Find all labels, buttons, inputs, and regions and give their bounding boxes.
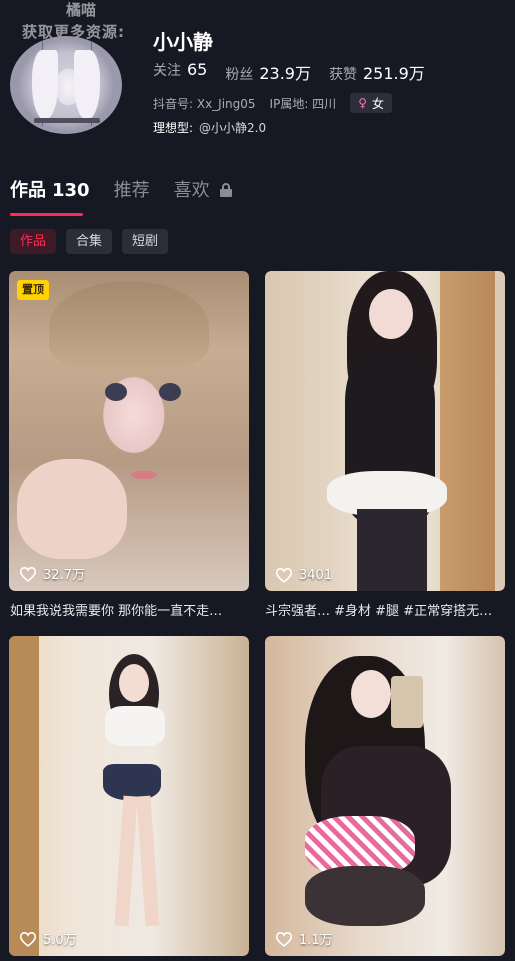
- heart-icon: [19, 566, 37, 582]
- thumbnail-art: [369, 289, 413, 339]
- subtabs: 作品 合集 短剧: [10, 229, 178, 254]
- stat-label: 关注: [153, 63, 181, 79]
- video-thumbnail[interactable]: 5.0万: [9, 636, 249, 956]
- like-count-value: 32.7万: [43, 568, 85, 583]
- tab-liked[interactable]: 喜欢: [174, 176, 233, 202]
- stat-value: 251.9万: [363, 64, 425, 83]
- ideal-type-label: 理想型:: [153, 121, 194, 135]
- video-card[interactable]: 5.0万: [9, 636, 249, 956]
- ideal-type: 理想型: @小小静2.0: [153, 119, 266, 136]
- avatar[interactable]: [10, 36, 122, 134]
- thumbnail-art: [114, 795, 138, 927]
- gender-label: 女: [371, 96, 384, 111]
- stat-value: 65: [187, 60, 208, 79]
- tab-label: 作品: [10, 180, 46, 201]
- like-count: 1.1万: [275, 929, 333, 948]
- douyin-id: 抖音号: Xx_Jing05: [153, 96, 256, 111]
- subtab-works[interactable]: 作品: [10, 229, 57, 254]
- stat-likes[interactable]: 获赞 251.9万: [329, 60, 425, 84]
- subtab-collections[interactable]: 合集: [66, 229, 113, 254]
- thumbnail-art: [305, 866, 425, 926]
- active-tab-indicator: [10, 213, 83, 216]
- pinned-badge: 置顶: [17, 280, 49, 300]
- thumbnail-art: [49, 281, 209, 371]
- like-count: 3401: [275, 567, 332, 583]
- video-thumbnail[interactable]: 1.1万: [265, 636, 505, 956]
- video-thumbnail[interactable]: 置顶 32.7万: [9, 271, 249, 591]
- like-count: 32.7万: [19, 564, 85, 583]
- stat-followers[interactable]: 粉丝 23.9万: [225, 60, 311, 84]
- stat-following[interactable]: 关注 65: [153, 60, 207, 84]
- video-caption[interactable]: 斗宗强者… #身材 #腿 #正常穿搭无…: [265, 600, 505, 619]
- thumbnail-art: [440, 271, 495, 591]
- thumbnail-art: [357, 509, 427, 591]
- video-thumbnail[interactable]: 3401: [265, 271, 505, 591]
- profile-tabs: 作品 130 推荐 喜欢: [10, 176, 256, 202]
- stat-label: 获赞: [329, 67, 357, 83]
- ip-location: IP属地: 四川: [269, 96, 337, 111]
- subtab-short-dramas[interactable]: 短剧: [122, 229, 169, 254]
- avatar-art: [34, 118, 100, 123]
- like-count-value: 1.1万: [299, 933, 333, 948]
- thumbnail-art: [159, 383, 181, 401]
- thumbnail-art: [391, 676, 423, 728]
- heart-icon: [19, 931, 37, 947]
- thumbnail-art: [9, 636, 39, 956]
- tab-works[interactable]: 作品 130: [10, 176, 90, 202]
- female-icon: ♀: [358, 96, 367, 110]
- gender-badge: ♀ 女: [350, 93, 392, 113]
- video-card[interactable]: 1.1万: [265, 636, 505, 956]
- thumbnail-art: [119, 664, 149, 702]
- heart-icon: [275, 568, 293, 583]
- video-card[interactable]: 3401: [265, 271, 505, 591]
- video-card[interactable]: 置顶 32.7万: [9, 271, 249, 591]
- avatar-art: [32, 50, 58, 120]
- avatar-art: [74, 50, 100, 120]
- ideal-type-link[interactable]: @小小静2.0: [199, 121, 266, 135]
- stats-row: 关注 65 粉丝 23.9万 获赞 251.9万: [153, 60, 443, 84]
- profile-meta: 抖音号: Xx_Jing05 IP属地: 四川 ♀ 女: [153, 93, 392, 113]
- thumbnail-art: [351, 670, 391, 718]
- tab-label: 喜欢: [173, 180, 210, 201]
- watermark-line-1: 橘喵: [66, 1, 97, 19]
- video-caption[interactable]: 如果我说我需要你 那你能一直不走…: [10, 600, 250, 619]
- stat-label: 粉丝: [225, 67, 254, 83]
- thumbnail-art: [17, 459, 127, 559]
- tab-count: 130: [52, 180, 90, 201]
- like-count: 5.0万: [19, 929, 77, 948]
- stat-value: 23.9万: [259, 64, 311, 83]
- thumbnail-art: [103, 764, 161, 800]
- nickname: 小小静: [153, 30, 213, 54]
- lock-icon: [220, 183, 233, 197]
- tab-recommended[interactable]: 推荐: [114, 176, 150, 202]
- thumbnail-art: [105, 383, 127, 401]
- heart-icon: [275, 931, 293, 947]
- like-count-value: 3401: [299, 567, 333, 583]
- like-count-value: 5.0万: [43, 933, 77, 948]
- thumbnail-art: [131, 471, 157, 479]
- thumbnail-art: [136, 795, 160, 927]
- profile-page: 橘喵 获取更多资源: 小小静 关注 65 粉丝 23.9万 获赞 251.9万 抖音号…: [0, 0, 515, 961]
- tab-label: 推荐: [113, 180, 150, 201]
- thumbnail-art: [105, 706, 165, 746]
